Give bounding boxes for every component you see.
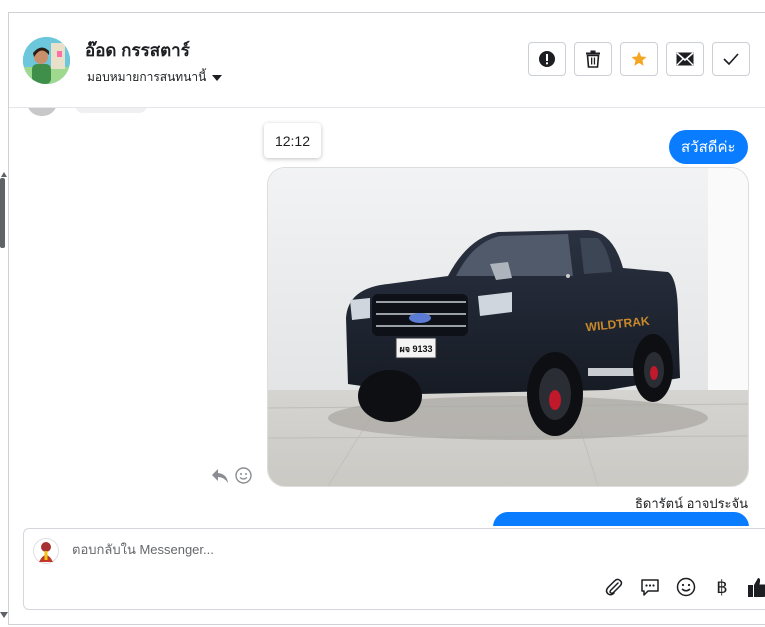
previous-message-avatar	[27, 108, 57, 116]
star-button[interactable]	[620, 42, 658, 76]
assign-label: มอบหมายการสนทนานี้	[87, 70, 207, 84]
like-button[interactable]	[746, 575, 765, 599]
reply-composer: ฿	[23, 528, 765, 610]
emoji-icon	[676, 577, 696, 597]
contact-name[interactable]: อ๊อด กรรสตาร์	[85, 37, 190, 64]
saved-reply-icon	[641, 579, 659, 596]
trash-icon	[586, 50, 600, 68]
exclamation-circle-icon	[539, 51, 555, 67]
mark-unread-button[interactable]	[666, 42, 704, 76]
mark-done-button[interactable]	[712, 42, 750, 76]
left-scrollbar-thumb[interactable]	[0, 178, 5, 248]
baht-icon: ฿	[716, 576, 728, 598]
scroll-down-arrow[interactable]	[0, 612, 8, 618]
reply-input[interactable]	[72, 542, 472, 557]
composer-toolbar: ฿	[602, 575, 765, 599]
saved-reply-button[interactable]	[638, 575, 662, 599]
conversation-panel: อ๊อด กรรสตาร์ มอบหมายการสนทนานี้ 12:12 ส…	[8, 12, 765, 625]
payment-button[interactable]: ฿	[710, 575, 734, 599]
page-avatar	[33, 538, 59, 564]
checkmark-icon	[723, 53, 739, 65]
attach-file-button[interactable]	[602, 575, 626, 599]
emoji-button[interactable]	[674, 575, 698, 599]
svg-text:ผจ 9133: ผจ 9133	[399, 344, 432, 354]
message-thread[interactable]: 12:12 สวัสดีค่ะ ผจ 9133 WILDTRAK ธิดารัต…	[9, 108, 765, 526]
conversation-header: อ๊อด กรรสตาร์ มอบหมายการสนทนานี้	[9, 13, 765, 108]
message-timestamp-tooltip: 12:12	[264, 123, 321, 158]
message-photo[interactable]: ผจ 9133 WILDTRAK	[267, 167, 749, 487]
delete-button[interactable]	[574, 42, 612, 76]
star-icon	[631, 51, 647, 66]
header-toolbar	[528, 42, 750, 76]
scroll-up-arrow[interactable]	[1, 172, 7, 177]
emoji-reaction-icon[interactable]	[235, 467, 252, 484]
previous-message-bubble	[75, 108, 147, 113]
outgoing-message-bubble[interactable]: สวัสดีค่ะ	[669, 130, 748, 164]
message-hover-actions	[211, 467, 252, 484]
paperclip-icon	[605, 578, 623, 596]
next-message-bubble[interactable]	[493, 512, 749, 526]
contact-avatar[interactable]	[23, 37, 70, 84]
envelope-icon	[676, 52, 694, 66]
report-spam-button[interactable]	[528, 42, 566, 76]
assign-conversation-dropdown[interactable]: มอบหมายการสนทนานี้	[87, 68, 223, 87]
thumbs-up-icon	[748, 578, 765, 597]
sender-name: ธิดารัตน์ อาจประจัน	[635, 496, 749, 511]
reply-icon[interactable]	[211, 468, 229, 484]
caret-down-icon	[212, 74, 223, 81]
